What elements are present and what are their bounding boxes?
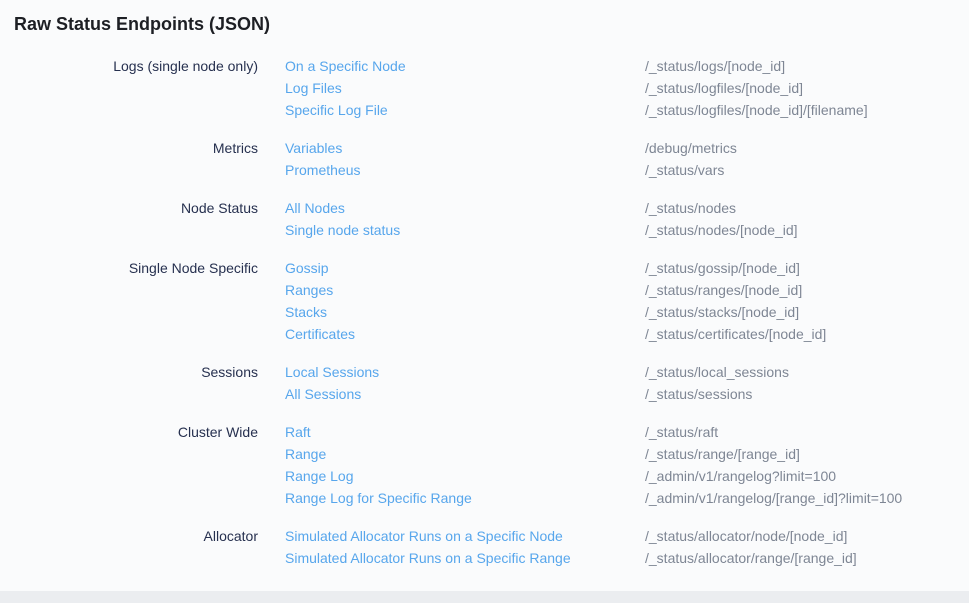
endpoint-link[interactable]: Gossip	[285, 257, 645, 279]
paths-column: /_status/logs/[node_id]/_status/logfiles…	[645, 55, 969, 121]
category-label: Node Status	[0, 197, 258, 241]
endpoint-path: /_status/ranges/[node_id]	[645, 279, 969, 301]
paths-column: /_status/gossip/[node_id]/_status/ranges…	[645, 257, 969, 345]
endpoint-link[interactable]: Variables	[285, 137, 645, 159]
endpoint-path: /_status/nodes/[node_id]	[645, 219, 969, 241]
endpoint-link[interactable]: Simulated Allocator Runs on a Specific R…	[285, 547, 645, 569]
endpoint-link[interactable]: Single node status	[285, 219, 645, 241]
endpoint-path: /_status/sessions	[645, 383, 969, 405]
endpoint-link[interactable]: Simulated Allocator Runs on a Specific N…	[285, 525, 645, 547]
endpoint-path: /_status/allocator/range/[range_id]	[645, 547, 969, 569]
endpoint-path: /_status/allocator/node/[node_id]	[645, 525, 969, 547]
endpoint-link[interactable]: Prometheus	[285, 159, 645, 181]
endpoint-link[interactable]: All Nodes	[285, 197, 645, 219]
endpoint-section: Node StatusAll NodesSingle node status/_…	[0, 197, 969, 241]
endpoint-path: /_status/gossip/[node_id]	[645, 257, 969, 279]
endpoint-path: /debug/metrics	[645, 137, 969, 159]
endpoint-section: Allocator Simulated Allocator Runs on a S…	[0, 525, 969, 569]
links-column: GossipRangesStacksCertificates	[258, 257, 645, 345]
endpoint-link[interactable]: Raft	[285, 421, 645, 443]
links-column: On a Specific NodeLog FilesSpecific Log …	[258, 55, 645, 121]
paths-column: /_status/local_sessions/_status/sessions	[645, 361, 969, 405]
endpoint-section: Cluster WideRaftRangeRange LogRange Log …	[0, 421, 969, 509]
category-label: Single Node Specific	[0, 257, 258, 345]
paths-column: /_status/allocator/node/[node_id]/_statu…	[645, 525, 969, 569]
endpoint-path: /_status/stacks/[node_id]	[645, 301, 969, 323]
endpoint-link[interactable]: All Sessions	[285, 383, 645, 405]
category-label: Sessions	[0, 361, 258, 405]
endpoint-path: /_status/raft	[645, 421, 969, 443]
links-column: Simulated Allocator Runs on a Specific N…	[258, 525, 645, 569]
endpoint-section: SessionsLocal SessionsAll Sessions/_stat…	[0, 361, 969, 405]
endpoint-section: MetricsVariablesPrometheus/debug/metrics…	[0, 137, 969, 181]
paths-column: /debug/metrics/_status/vars	[645, 137, 969, 181]
category-label: Allocator	[0, 525, 258, 569]
endpoint-path: /_status/logfiles/[node_id]/[filename]	[645, 99, 969, 121]
endpoint-link[interactable]: Certificates	[285, 323, 645, 345]
endpoint-path: /_admin/v1/rangelog/[range_id]?limit=100	[645, 487, 969, 509]
paths-column: /_status/nodes/_status/nodes/[node_id]	[645, 197, 969, 241]
links-column: All NodesSingle node status	[258, 197, 645, 241]
endpoint-link[interactable]: Stacks	[285, 301, 645, 323]
endpoint-link[interactable]: Specific Log File	[285, 99, 645, 121]
category-label: Cluster Wide	[0, 421, 258, 509]
endpoint-path: /_status/logfiles/[node_id]	[645, 77, 969, 99]
endpoint-link[interactable]: Range Log for Specific Range	[285, 487, 645, 509]
links-column: RaftRangeRange LogRange Log for Specific…	[258, 421, 645, 509]
links-column: Local SessionsAll Sessions	[258, 361, 645, 405]
endpoints-table: Logs (single node only)On a Specific Nod…	[0, 55, 969, 569]
endpoint-section: Logs (single node only)On a Specific Nod…	[0, 55, 969, 121]
page-title: Raw Status Endpoints (JSON)	[14, 13, 969, 35]
endpoint-section: Single Node SpecificGossipRangesStacksCe…	[0, 257, 969, 345]
links-column: VariablesPrometheus	[258, 137, 645, 181]
endpoint-path: /_status/logs/[node_id]	[645, 55, 969, 77]
endpoint-link[interactable]: Log Files	[285, 77, 645, 99]
endpoint-link[interactable]: Range	[285, 443, 645, 465]
endpoint-link[interactable]: On a Specific Node	[285, 55, 645, 77]
debug-page: Raw Status Endpoints (JSON) Logs (single…	[0, 0, 969, 591]
endpoint-path: /_status/nodes	[645, 197, 969, 219]
paths-column: /_status/raft/_status/range/[range_id]/_…	[645, 421, 969, 509]
endpoint-link[interactable]: Range Log	[285, 465, 645, 487]
category-label: Logs (single node only)	[0, 55, 258, 121]
endpoint-path: /_admin/v1/rangelog?limit=100	[645, 465, 969, 487]
category-label: Metrics	[0, 137, 258, 181]
endpoint-link[interactable]: Local Sessions	[285, 361, 645, 383]
endpoint-path: /_status/vars	[645, 159, 969, 181]
endpoint-path: /_status/certificates/[node_id]	[645, 323, 969, 345]
endpoint-link[interactable]: Ranges	[285, 279, 645, 301]
endpoint-path: /_status/local_sessions	[645, 361, 969, 383]
endpoint-path: /_status/range/[range_id]	[645, 443, 969, 465]
